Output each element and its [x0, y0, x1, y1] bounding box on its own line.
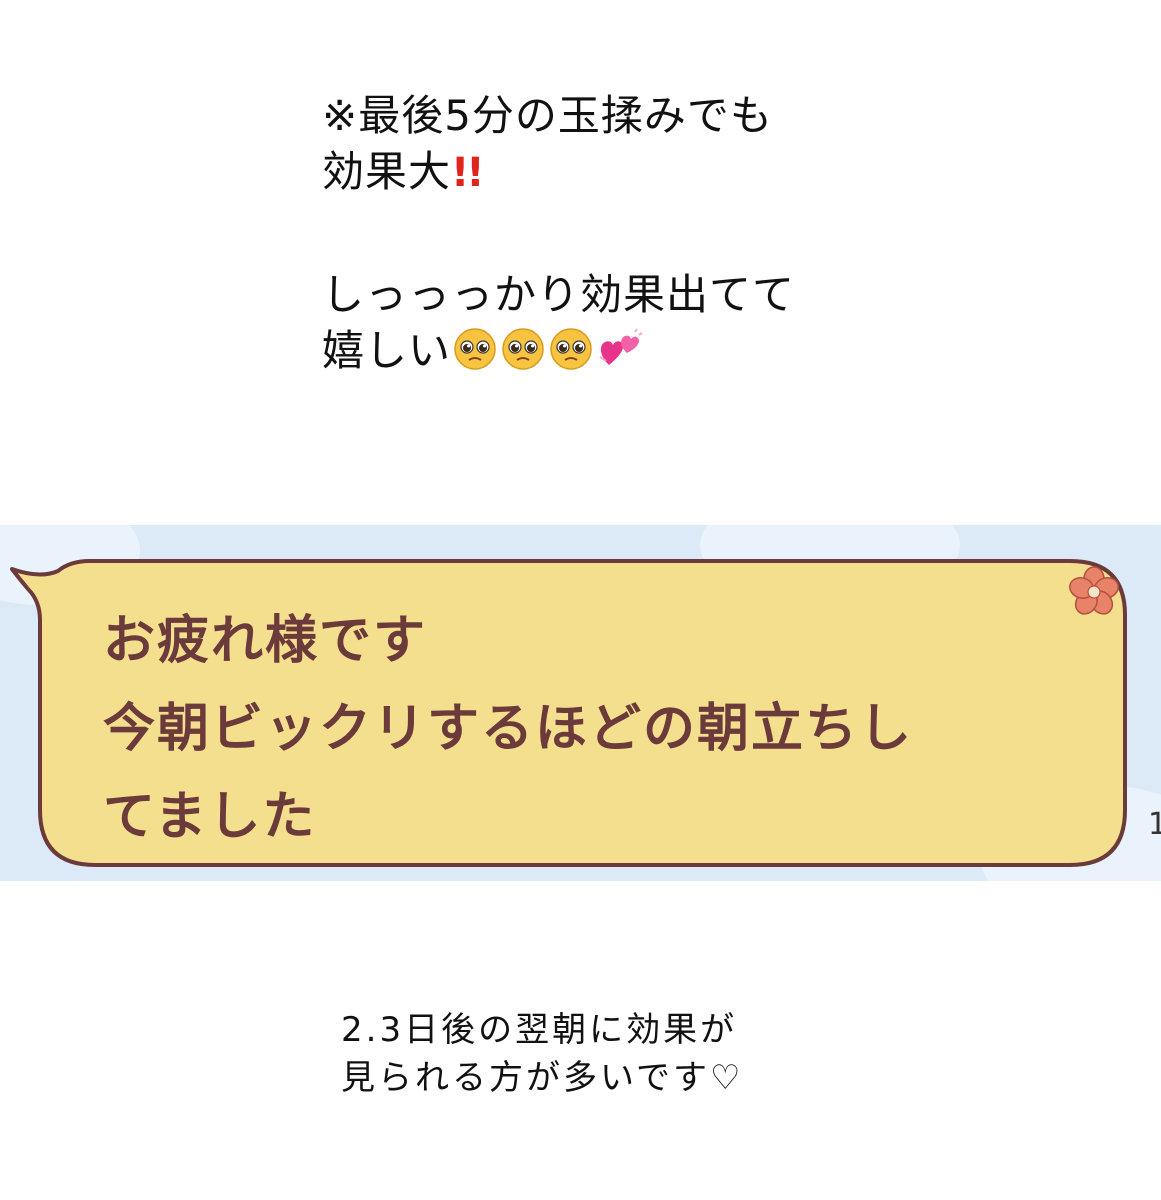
top-message-line-4-text: 嬉しい [322, 326, 452, 375]
top-message-line-3: しっっっかり効果出てて [322, 270, 796, 319]
message-text: お疲れ様です 今朝ビックリするほどの朝立ちし てました [103, 597, 1103, 861]
emoji-row [453, 327, 643, 371]
top-message-line-2-text: 効果大 [322, 147, 452, 196]
pleading-face-icon [550, 328, 592, 370]
top-message-line-2: 効果大!! [322, 144, 962, 201]
side-number: 1 [1148, 807, 1161, 842]
pleading-face-icon [502, 328, 544, 370]
message-line-3: てました [103, 787, 317, 847]
double-exclamation-icon: !! [451, 150, 485, 196]
message-line-2: 今朝ビックリするほどの朝立ちし [103, 699, 914, 759]
two-hearts-icon [599, 328, 643, 365]
top-message-line-1: ※最後5分の玉揉みでも [322, 91, 773, 140]
bottom-message-line-1: 2.3日後の翌朝に効果が [341, 1010, 738, 1050]
chat-screenshot: お疲れ様です 今朝ビックリするほどの朝立ちし てました 1 [0, 525, 1161, 881]
top-message: ※最後5分の玉揉みでも 効果大!! しっっっかり効果出てて 嬉しい [322, 88, 962, 379]
pleading-face-icon [454, 328, 496, 370]
bottom-message: 2.3日後の翌朝に効果が 見られる方が多いです♡ [341, 1006, 941, 1102]
message-line-1: お疲れ様です [103, 611, 428, 671]
bottom-message-line-2: 見られる方が多いです♡ [341, 1058, 744, 1098]
top-message-line-4: 嬉しい [322, 323, 962, 379]
